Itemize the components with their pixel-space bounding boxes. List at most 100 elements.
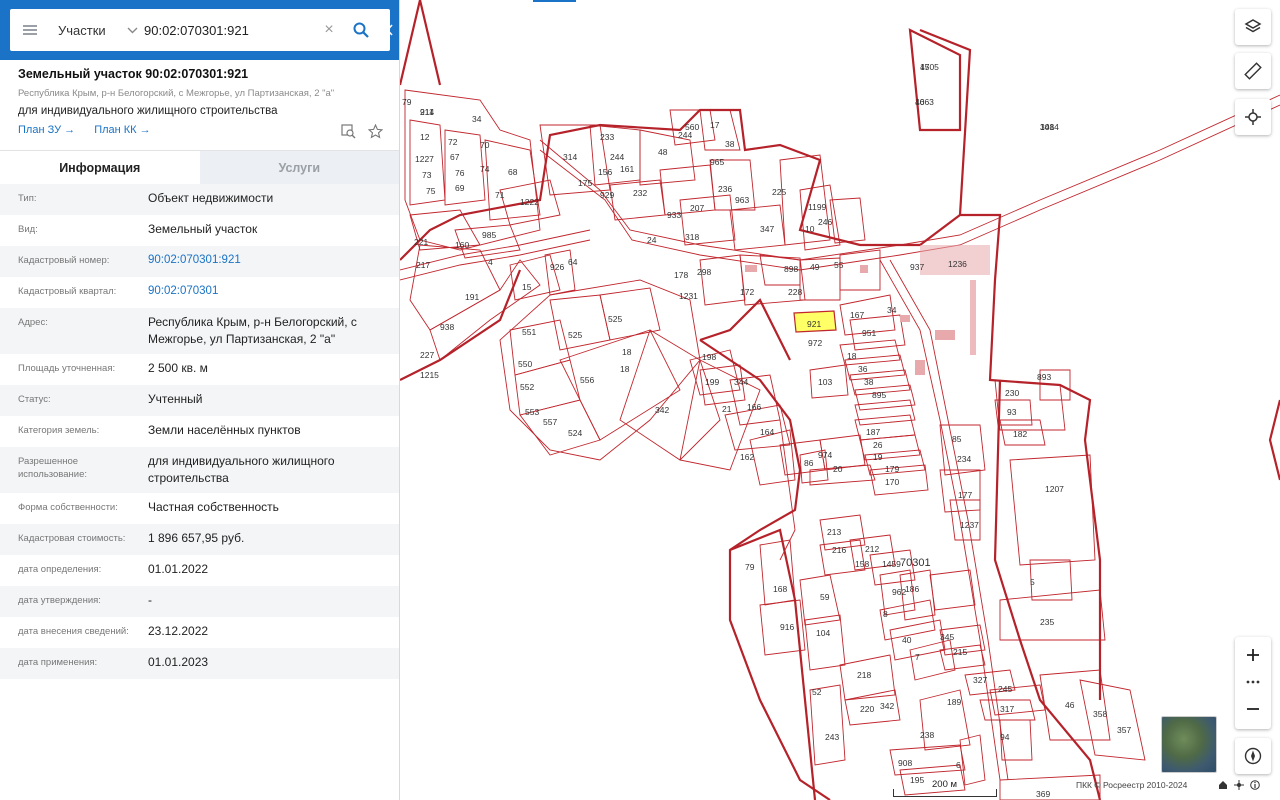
table-row: Кадастровая стоимость: 1 896 657,95 руб. xyxy=(0,524,399,555)
row-value: Республика Крым, р-н Белогорский, с Межг… xyxy=(148,315,357,346)
parcel-number-label: 34 xyxy=(887,305,897,315)
cadastral-quarter-link[interactable]: 90:02:070301 xyxy=(148,283,381,302)
parcel-number-label: 933 xyxy=(667,210,681,220)
parcel-number-label: 94 xyxy=(1000,732,1010,742)
row-value: для индивидуального жилищного строительс… xyxy=(148,454,335,485)
parcel-number-label: 186 xyxy=(905,584,919,594)
parcel-number-label: 170 xyxy=(885,477,899,487)
scale-bar xyxy=(893,789,997,797)
table-row: дата внесения сведений: 23.12.2022 xyxy=(0,617,399,648)
top-accent-bar xyxy=(533,0,576,2)
parcel-number-label: 1215 xyxy=(420,370,439,380)
table-row: Форма собственности: Частная собственност… xyxy=(0,493,399,524)
parcel-number-label: 48 xyxy=(658,147,668,157)
minimap-thumbnail[interactable] xyxy=(1161,716,1217,773)
parcel-number-label: 7 xyxy=(915,652,920,662)
tab-services[interactable]: Услуги xyxy=(199,151,399,184)
parcel-number-label: 963 xyxy=(735,195,749,205)
parcel-number-label: 327 xyxy=(973,675,987,685)
tabs: Информация Услуги xyxy=(0,150,399,184)
plan-kk-link[interactable]: План КК → xyxy=(94,124,150,136)
parcel-number-label: 557 xyxy=(543,417,557,427)
parcel-number-label: 46 xyxy=(1065,700,1075,710)
parcel-number-label: 525 xyxy=(608,314,622,324)
parcel-number-label: 76 xyxy=(455,168,465,178)
parcel-number-label: 908 xyxy=(898,758,912,768)
parcel-number-label: 342 xyxy=(880,701,894,711)
parcel-number-label: 49 xyxy=(810,262,820,272)
parcel-number-label: 17 xyxy=(710,120,720,130)
parcel-number-label: 162 xyxy=(740,452,754,462)
parcel-number-label: 75 xyxy=(426,186,436,196)
parcel-number-label: 167 xyxy=(850,310,864,320)
parcel-number-label: 215 xyxy=(953,647,967,657)
info-icon[interactable] xyxy=(1250,780,1260,793)
parcel-number-label: 195 xyxy=(910,775,924,785)
star-icon[interactable] xyxy=(367,123,384,144)
parcel-number-label: 1237 xyxy=(960,520,979,530)
parcel-number-label: 182 xyxy=(1013,429,1027,439)
parcel-number-label: 172 xyxy=(740,287,754,297)
parcel-number-label: 85 xyxy=(952,434,962,444)
ruler-button[interactable] xyxy=(1235,53,1271,89)
chevron-down-icon[interactable] xyxy=(122,23,142,37)
search-input[interactable] xyxy=(142,22,317,38)
parcel-number-label: 86 xyxy=(804,458,814,468)
table-row: дата применения: 01.01.2023 xyxy=(0,648,399,679)
zoom-in-button[interactable] xyxy=(1235,637,1271,673)
building xyxy=(860,265,868,273)
parcel-number-label: 8 xyxy=(883,609,888,619)
parcel-number-label: 550 xyxy=(518,359,532,369)
table-row: Разрешенное использование: для индивидуал… xyxy=(0,447,399,493)
home-icon[interactable] xyxy=(1218,780,1228,793)
row-value: - xyxy=(148,593,152,607)
locate-button[interactable] xyxy=(1235,99,1271,135)
parcel-number-label: 347 xyxy=(760,224,774,234)
zoom-out-button[interactable] xyxy=(1235,691,1271,727)
tab-information[interactable]: Информация xyxy=(0,151,200,184)
plan-links: План ЗУ → План КК → xyxy=(18,124,381,136)
minus-icon xyxy=(1247,708,1259,710)
clear-icon[interactable]: × xyxy=(317,21,341,39)
row-key: Кадастровый квартал: xyxy=(18,286,117,297)
parcel-number-label: 243 xyxy=(825,732,839,742)
parcel-number-label: 357 xyxy=(1117,725,1131,735)
parcel-number-label: 73 xyxy=(422,170,432,180)
parcel-number-label: 18 xyxy=(622,347,632,357)
parcel-number-label: 198 xyxy=(702,352,716,362)
row-value: Учтенный xyxy=(148,392,203,406)
search-type-select[interactable]: Участки xyxy=(50,23,122,38)
parcel-number-label: 164 xyxy=(760,427,774,437)
parcel-number-label: 556 xyxy=(580,375,594,385)
parcel-number-label: 551 xyxy=(522,327,536,337)
collapse-panel-icon[interactable] xyxy=(381,0,399,60)
map-canvas[interactable]: 921 70301 4546308211793412 72 701227 6773 76… xyxy=(400,0,1280,800)
building xyxy=(745,265,757,272)
menu-icon[interactable] xyxy=(10,9,50,51)
parcel-number-label: 26 xyxy=(873,440,883,450)
layers-button[interactable] xyxy=(1235,9,1271,45)
parcel-number-label: 38 xyxy=(864,377,874,387)
parcel-number-label: 524 xyxy=(568,428,582,438)
parcel-number-label: 177 xyxy=(958,490,972,500)
cadastral-number-link[interactable]: 90:02:070301:921 xyxy=(148,252,381,271)
parcel-number-label: 1705 xyxy=(920,62,939,72)
parcel-number-label: 974 xyxy=(818,450,832,460)
quarter-label: 70301 xyxy=(900,557,931,569)
parcel-number-label: 36 xyxy=(858,364,868,374)
parcel-number-label: 79 xyxy=(402,97,412,107)
crosshair-icon[interactable] xyxy=(1234,780,1244,793)
search-icon[interactable] xyxy=(341,9,381,51)
parcel-number-label: 246 xyxy=(818,217,832,227)
parcel-title: Земельный участок 90:02:070301:921 xyxy=(18,67,249,81)
quarter-boundaries xyxy=(400,0,1280,800)
parcel-number-label: 344 xyxy=(734,377,748,387)
cadastral-map[interactable]: 921 70301 45 46 308 211 79 34 12 72 70 1227 67 73 76… xyxy=(400,0,1280,800)
find-on-map-icon[interactable] xyxy=(341,124,356,144)
plan-zu-link[interactable]: План ЗУ → xyxy=(18,124,75,136)
parcel-number-label: 893 xyxy=(1037,372,1051,382)
compass-button[interactable] xyxy=(1235,738,1271,774)
more-icon[interactable] xyxy=(1235,673,1271,691)
parcel-number-label: 1222 xyxy=(520,197,539,207)
scale-label: 200 м xyxy=(932,779,958,790)
